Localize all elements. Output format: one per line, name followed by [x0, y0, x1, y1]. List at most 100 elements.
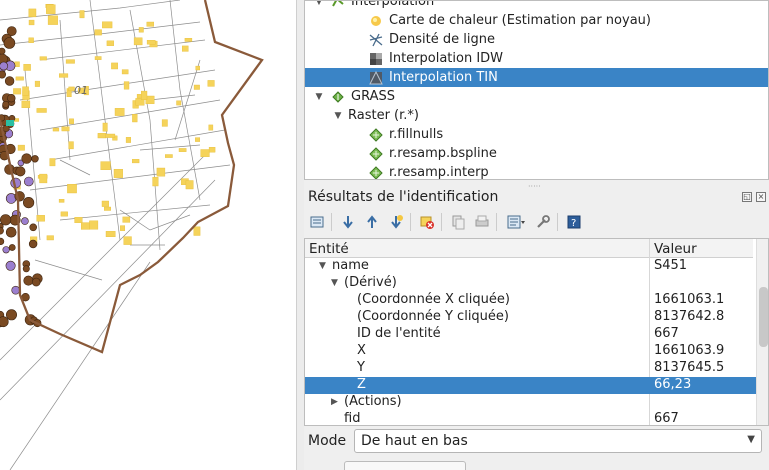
- result-row[interactable]: ▶ (Actions): [305, 394, 757, 411]
- survey-point[interactable]: [5, 260, 16, 271]
- survey-point[interactable]: [31, 277, 41, 287]
- tree-item[interactable]: ▼ GRASS: [305, 87, 768, 106]
- tree-item[interactable]: r.resamp.interp: [305, 163, 768, 179]
- tree-item-label: Interpolation: [351, 0, 435, 9]
- building: [195, 65, 200, 71]
- building: [74, 217, 83, 223]
- survey-point[interactable]: [23, 275, 34, 286]
- survey-point[interactable]: [31, 155, 39, 163]
- expand-arrow-icon[interactable]: ▼: [319, 261, 326, 271]
- building: [120, 225, 126, 231]
- building: [36, 108, 47, 113]
- tree-item[interactable]: r.fillnulls: [305, 125, 768, 144]
- result-row[interactable]: fid 667: [305, 411, 757, 425]
- building: [15, 76, 24, 81]
- dock-splitter[interactable]: [297, 0, 304, 470]
- result-key: (Dérivé): [344, 275, 397, 290]
- tree-item[interactable]: ▼ Raster (r.*): [305, 106, 768, 125]
- expand-arrow-icon[interactable]: ▼: [313, 92, 325, 102]
- survey-point[interactable]: [0, 61, 9, 71]
- entity-column-header[interactable]: Entité: [309, 241, 349, 257]
- tree-item[interactable]: Carte de chaleur (Estimation par noyau): [305, 11, 768, 30]
- survey-point[interactable]: [0, 316, 9, 328]
- result-row[interactable]: ▼ name S451: [305, 258, 757, 275]
- result-row[interactable]: X 1661063.9: [305, 343, 757, 360]
- survey-point[interactable]: [0, 47, 6, 55]
- survey-point[interactable]: [8, 244, 16, 251]
- building: [152, 177, 159, 187]
- survey-point[interactable]: [2, 246, 10, 254]
- result-row[interactable]: ID de l'entité 667: [305, 326, 757, 343]
- expand-arrow-icon[interactable]: ▶: [331, 397, 338, 407]
- float-panel-button[interactable]: ◱: [742, 192, 752, 202]
- parcel-line: [34, 259, 103, 281]
- survey-point[interactable]: [6, 309, 17, 321]
- clear-results-icon[interactable]: [416, 211, 438, 233]
- tin-icon: [369, 70, 383, 85]
- tree-item[interactable]: Interpolation TIN: [305, 68, 768, 87]
- survey-point[interactable]: [4, 76, 15, 86]
- settings-icon[interactable]: [532, 211, 554, 233]
- survey-point[interactable]: [22, 265, 30, 273]
- survey-point[interactable]: [5, 226, 17, 238]
- survey-point[interactable]: [3, 37, 16, 49]
- tree-item[interactable]: Densité de ligne: [305, 30, 768, 49]
- help-icon[interactable]: ?: [563, 211, 585, 233]
- expand-arrow-icon[interactable]: ▼: [331, 278, 338, 288]
- expand-arrow-icon[interactable]: ▼: [313, 1, 325, 7]
- survey-point[interactable]: [0, 237, 5, 245]
- expand-arrow-icon[interactable]: ▼: [332, 111, 344, 121]
- map-canvas[interactable]: 01: [0, 0, 297, 470]
- expand-icon[interactable]: [306, 211, 328, 233]
- survey-point[interactable]: [22, 197, 35, 209]
- identify-results-panel: Résultats de l'identification ◱ × ? Enti…: [304, 186, 769, 470]
- survey-point[interactable]: [23, 176, 34, 187]
- point-layer: [0, 26, 43, 328]
- result-row[interactable]: Z 66,23: [305, 377, 757, 394]
- building: [102, 21, 113, 29]
- print-icon[interactable]: [471, 211, 493, 233]
- results-grid[interactable]: Entité Valeur ▼ name S451 ▼ (Dérivé) (Coordon…: [304, 238, 769, 426]
- secondary-field[interactable]: [344, 461, 466, 470]
- copy-icon[interactable]: [447, 211, 469, 233]
- processing-toolbox-tree[interactable]: ▼ Interpolation Carte de chaleur (Estimati…: [304, 0, 769, 180]
- result-row[interactable]: ▼ (Dérivé): [305, 275, 757, 292]
- survey-point[interactable]: [15, 166, 26, 177]
- survey-point[interactable]: [21, 217, 29, 225]
- value-column-header[interactable]: Valeur: [654, 241, 697, 257]
- result-row[interactable]: (Coordonnée Y cliquée) 8137642.8: [305, 309, 757, 326]
- collapse-all-icon[interactable]: [361, 211, 383, 233]
- mode-select[interactable]: De haut en bas ▼: [354, 429, 762, 453]
- scrollbar-thumb[interactable]: [759, 287, 768, 347]
- survey-point[interactable]: [7, 93, 16, 103]
- survey-point[interactable]: [2, 100, 10, 108]
- survey-point[interactable]: [0, 226, 4, 235]
- tree-item[interactable]: ▼ Interpolation: [305, 0, 768, 11]
- parcel-line: [59, 159, 91, 176]
- building: [94, 56, 102, 60]
- identify-settings-icon[interactable]: [502, 211, 530, 233]
- result-row[interactable]: Y 8137645.5: [305, 360, 757, 377]
- expand-new-icon[interactable]: [385, 211, 407, 233]
- survey-point[interactable]: [0, 70, 6, 79]
- close-panel-button[interactable]: ×: [756, 192, 766, 202]
- survey-point[interactable]: [28, 239, 38, 249]
- building: [200, 149, 210, 157]
- result-row[interactable]: (Coordonnée X cliquée) 1661063.1: [305, 292, 757, 309]
- building: [208, 146, 216, 153]
- tree-item[interactable]: r.resamp.bspline: [305, 144, 768, 163]
- tree-item-label: GRASS: [351, 89, 395, 104]
- survey-point[interactable]: [21, 153, 32, 164]
- survey-point[interactable]: [2, 124, 10, 132]
- tree-item-label: Carte de chaleur (Estimation par noyau): [389, 13, 651, 28]
- building: [138, 27, 144, 33]
- building: [193, 84, 200, 90]
- survey-point[interactable]: [11, 285, 20, 295]
- expand-all-icon[interactable]: [337, 211, 359, 233]
- survey-point[interactable]: [29, 223, 38, 232]
- vertical-scrollbar[interactable]: [756, 239, 768, 425]
- tree-item-label: Interpolation TIN: [389, 70, 498, 85]
- tree-item[interactable]: Interpolation IDW: [305, 49, 768, 68]
- building: [103, 206, 111, 211]
- survey-point[interactable]: [0, 214, 12, 226]
